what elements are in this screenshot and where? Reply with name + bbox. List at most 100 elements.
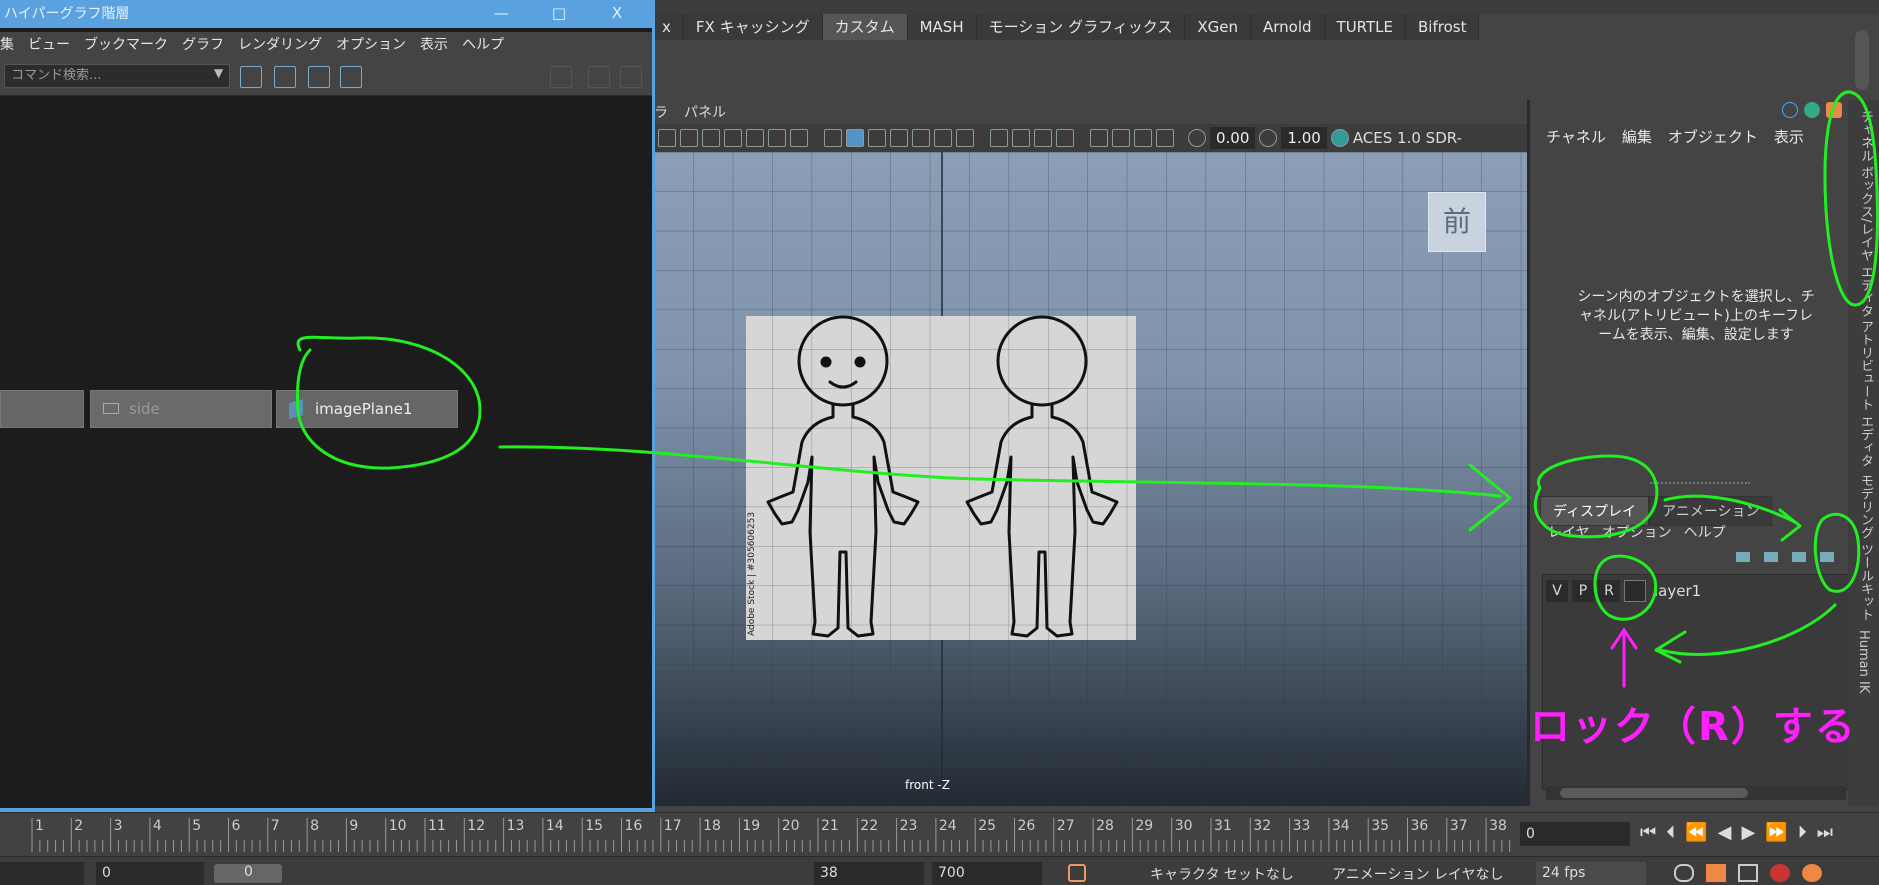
node-side[interactable]: side [90,390,272,428]
safe-title-icon[interactable] [790,129,808,147]
cb-menu-edit[interactable]: 編集 [1622,126,1652,147]
bookmark-icon[interactable] [450,66,472,88]
shelf-tab-mash[interactable]: MASH [908,14,977,40]
le-menu-layers[interactable]: レイヤ [1548,522,1590,542]
exposure-icon[interactable] [1188,129,1206,147]
gamma-icon[interactable] [1259,129,1278,147]
color-space-label[interactable]: ACES 1.0 SDR- [1353,129,1462,147]
maximize-button[interactable]: □ [540,0,578,28]
chevron-down-icon[interactable]: ▼ [214,66,223,80]
preferences-icon[interactable] [1802,864,1822,882]
node-persp[interactable] [0,390,84,428]
cb-menu-object[interactable]: オブジェクト [1668,126,1758,147]
shelf-tab-fx-caching[interactable]: FX キャッシング [684,14,823,40]
auto-key-icon[interactable] [1706,864,1726,882]
film-gate-icon[interactable] [680,129,698,147]
layer-name[interactable]: layer1 [1654,582,1701,600]
xray-active-icon[interactable] [1134,129,1152,147]
layer-visibility-toggle[interactable]: V [1546,580,1568,602]
audio-icon[interactable] [1738,864,1758,882]
ambient-occlusion-icon[interactable] [990,129,1008,147]
frame-all-icon[interactable] [550,66,572,88]
scrollbar-thumb[interactable] [1560,788,1748,798]
panel-splitter[interactable] [1650,482,1750,484]
exposure-field[interactable]: 0.00 [1210,127,1256,149]
shelf-scrollbar[interactable] [1855,30,1869,90]
depth-of-field-icon[interactable] [1056,129,1074,147]
go-to-start-icon[interactable]: ⏮ [1640,822,1656,843]
shelf-tab-turtle[interactable]: TURTLE [1325,14,1407,40]
collapse-icon[interactable] [274,66,296,88]
field-chart-icon[interactable] [746,129,764,147]
layer-display-type-toggle[interactable]: R [1598,580,1620,602]
scene-hierarchy-icon[interactable] [240,66,262,88]
attribute-toggle-icon[interactable] [1804,102,1820,118]
cb-menu-show[interactable]: 表示 [1774,126,1804,147]
close-button[interactable]: X [598,0,636,28]
loop-icon[interactable] [1674,864,1694,882]
shelf-tab-x[interactable]: x [650,14,684,40]
bookmark-edit-icon[interactable] [482,66,504,88]
viewport-canvas[interactable]: Adobe Stock | #305606253 [650,152,1530,806]
new-empty-layer-icon[interactable] [1792,552,1806,562]
hg-menu-rendering[interactable]: レンダリング [238,32,322,58]
xray-joints-icon[interactable] [1112,129,1130,147]
command-search-input[interactable]: コマンド検索... [4,64,230,88]
hg-menu-edit[interactable]: 集 [0,32,14,58]
step-back-frame-icon[interactable]: ⏴ [1666,822,1675,843]
hg-menu-view[interactable]: ビュー [28,32,70,58]
shadows-icon[interactable] [956,129,974,147]
color-management-icon[interactable] [1330,129,1349,147]
resolution-gate-icon[interactable] [702,129,720,147]
hg-menu-show[interactable]: 表示 [420,32,448,58]
step-forward-key-icon[interactable]: ⏩ [1765,822,1787,843]
shelf-tab-custom[interactable]: カスタム [822,14,908,40]
lighting-icon[interactable] [934,129,952,147]
anim-end-field[interactable]: 700 [932,862,1042,885]
le-menu-options[interactable]: オプション [1602,522,1672,542]
hypergraph-canvas[interactable] [0,96,652,808]
new-layer-selected-icon[interactable] [1820,552,1834,562]
wireframe-on-shaded-icon[interactable] [868,129,886,147]
cb-menu-channels[interactable]: チャネル [1546,126,1606,147]
shelf-tab-arnold[interactable]: Arnold [1251,14,1325,40]
character-set-dropdown[interactable]: キャラクタ セットなし [1150,864,1294,884]
side-tab-human-ik[interactable]: Human IK [1856,630,1871,693]
step-forward-frame-icon[interactable]: ⏵ [1798,822,1807,843]
frame-hierarchy-icon[interactable] [620,66,642,88]
axis-icon[interactable] [1782,102,1798,118]
layer-row[interactable]: V P R layer1 [1546,580,1701,602]
step-back-key-icon[interactable]: ⏪ [1685,822,1707,843]
safe-action-icon[interactable] [768,129,786,147]
layer-playback-toggle[interactable]: P [1572,580,1594,602]
playback-start-field[interactable]: 0 [96,862,204,885]
texture-icon[interactable] [912,129,930,147]
frame-selection-icon[interactable] [588,66,610,88]
shelf-tab-xgen[interactable]: XGen [1185,14,1251,40]
more-icon[interactable] [518,66,540,88]
move-layer-up-icon[interactable] [1736,552,1750,562]
layout-icon[interactable] [378,66,400,88]
layout-horizontal-icon[interactable] [410,66,432,88]
viewport-menu-panels[interactable]: パネル [684,102,726,122]
hg-menu-bookmarks[interactable]: ブックマーク [84,32,168,58]
character-set-icon[interactable] [1068,864,1086,882]
layer-color-swatch[interactable] [1624,580,1646,602]
motion-blur-icon[interactable] [1012,129,1030,147]
anim-layer-dropdown[interactable]: アニメーション レイヤなし [1332,864,1503,884]
viewport-menu-lighting[interactable]: ラ [654,102,668,122]
shelf-tab-motion-graphics[interactable]: モーション グラフィックス [977,14,1186,40]
play-forward-icon[interactable]: ▶ [1741,822,1755,843]
hg-menu-graph[interactable]: グラフ [182,32,224,58]
le-menu-help[interactable]: ヘルプ [1684,522,1726,542]
output-connections-icon[interactable] [340,66,362,88]
isolate-select-icon[interactable] [1090,129,1108,147]
gate-mask-icon[interactable] [724,129,742,147]
gamma-field[interactable]: 1.00 [1281,127,1327,149]
time-ruler[interactable]: 1 2 3 4 5 6 7 8 9 10 11 12 13 14 15 16 17 18 19 20 21 22 23 24 2… [0,812,1515,856]
play-backward-icon[interactable]: ◀ [1718,822,1732,843]
view-cube-front[interactable]: 前 [1428,192,1486,252]
shelf-tab-bifrost[interactable]: Bifrost [1406,14,1480,40]
tool-settings-icon[interactable] [1826,102,1842,118]
antialias-icon[interactable] [1034,129,1052,147]
